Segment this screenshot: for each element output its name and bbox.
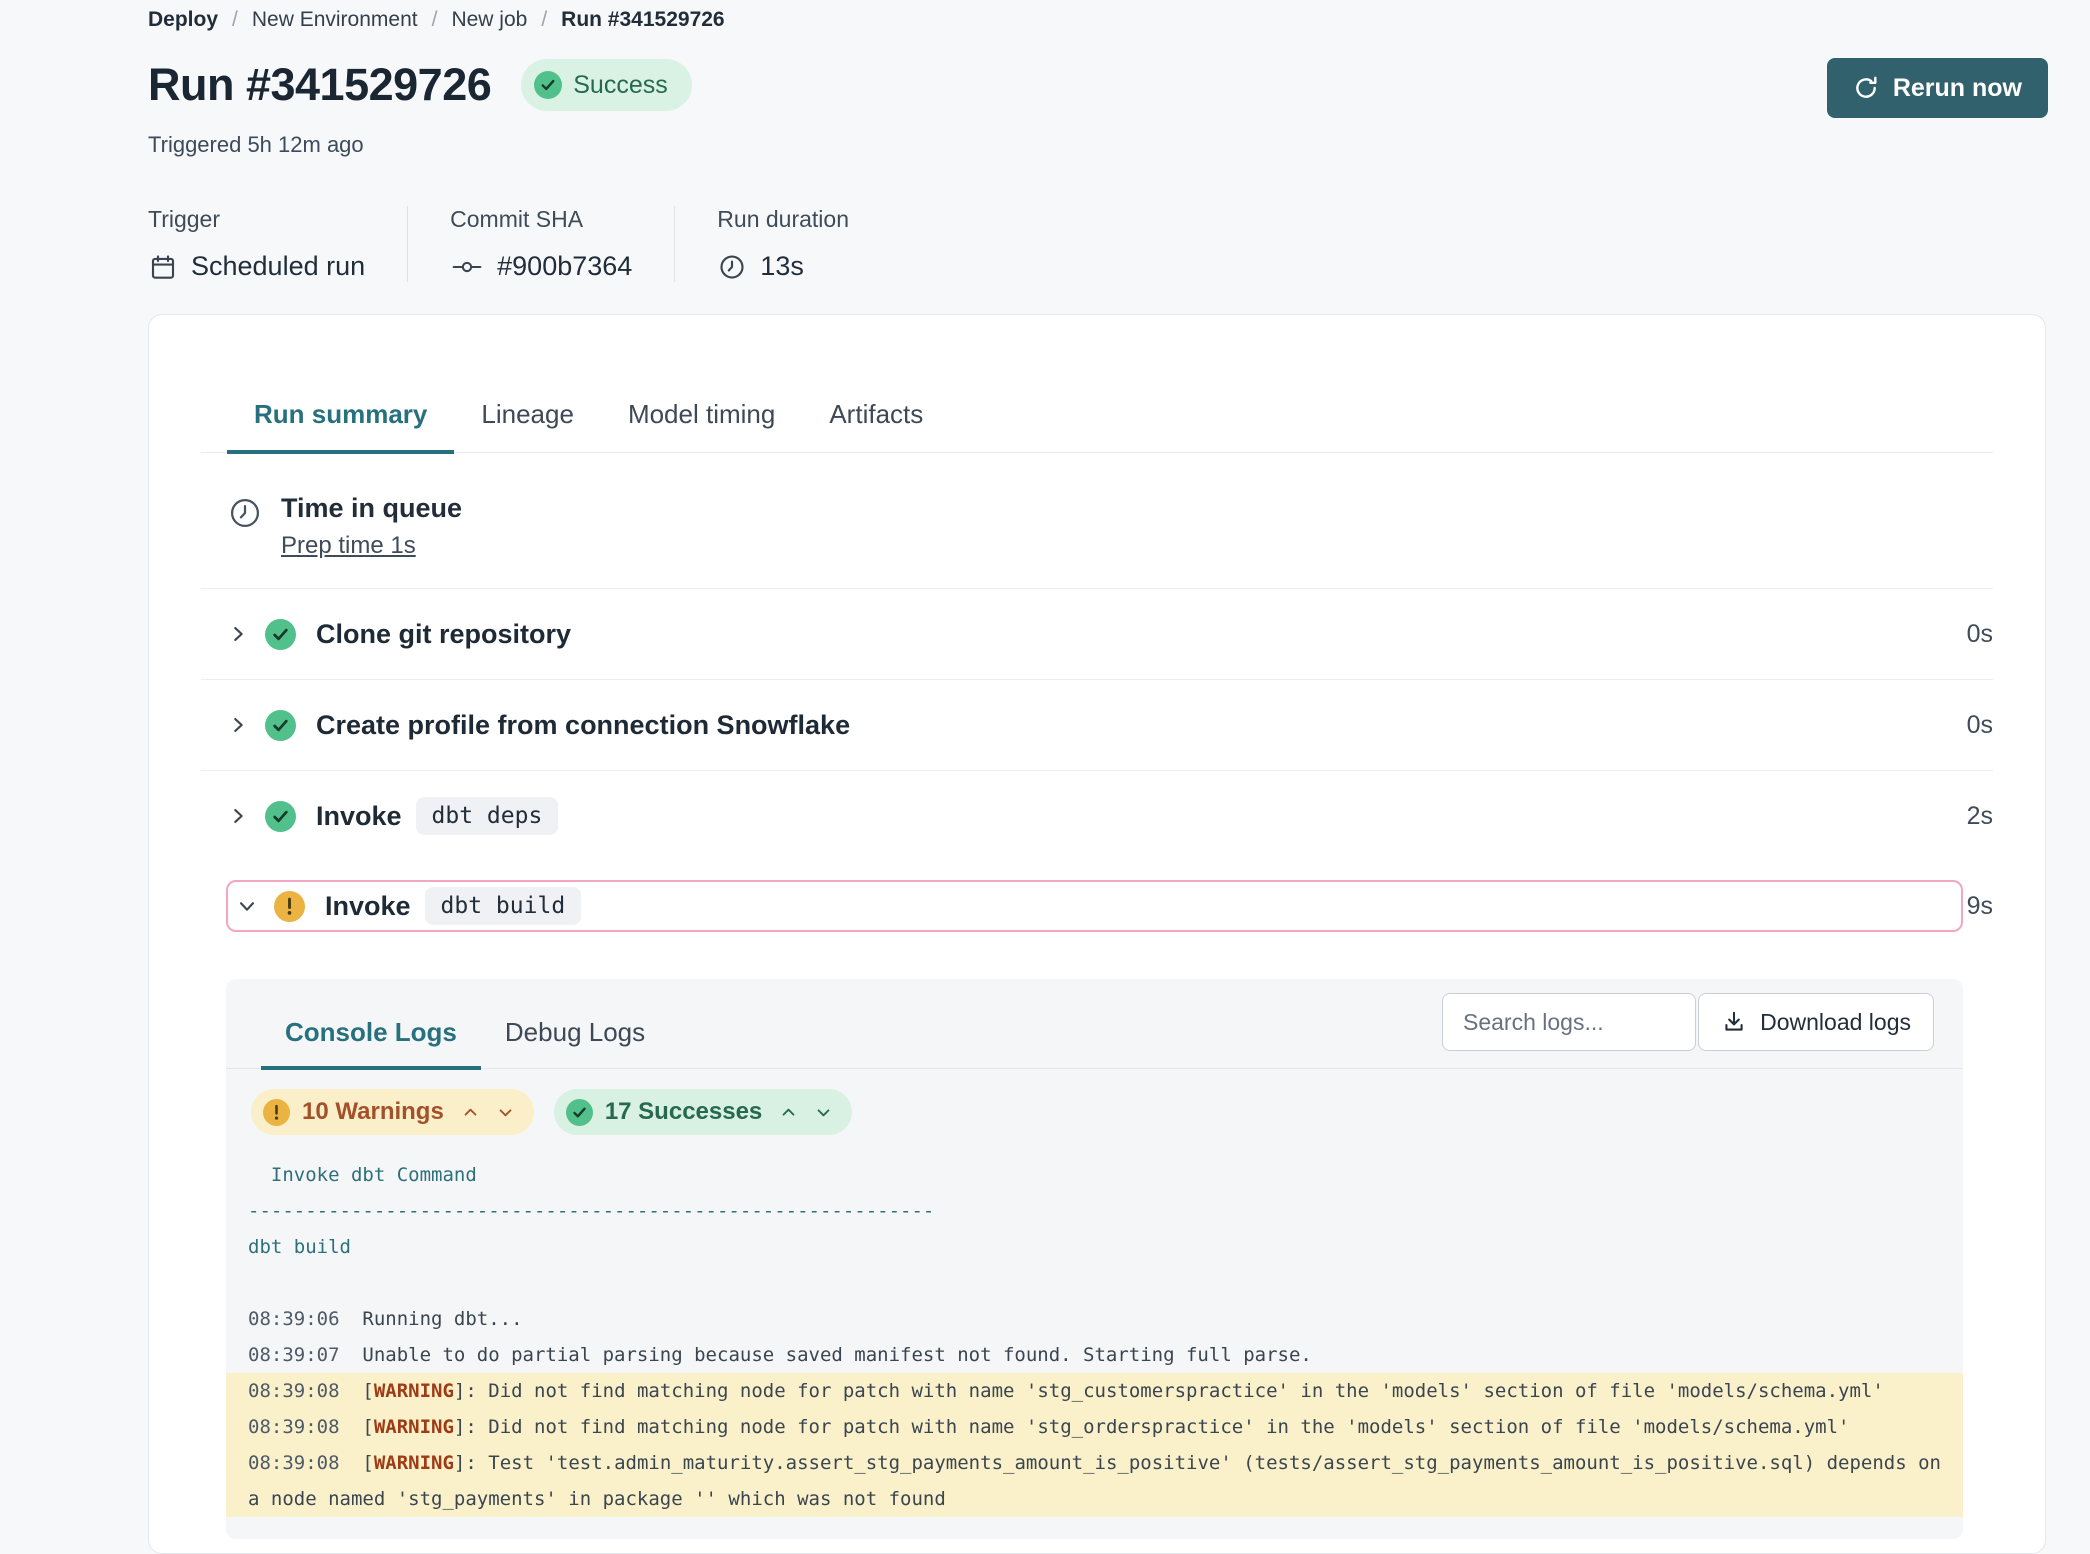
chevron-down-icon[interactable] (815, 1104, 832, 1121)
step-title: Invoke (325, 891, 411, 922)
tab-lineage[interactable]: Lineage (454, 399, 601, 454)
breadcrumb-separator: / (432, 8, 438, 32)
refresh-icon (1853, 75, 1879, 101)
step-title: Create profile from connection Snowflake (316, 710, 850, 741)
log-line: Invoke dbt Command (248, 1157, 1941, 1193)
step-row[interactable]: Invoke dbt build 9s (201, 861, 1993, 951)
step-command-chip: dbt deps (416, 797, 559, 835)
log-badges: 10 Warnings 17 Successes (251, 1089, 1963, 1135)
log-tabs: Console LogsDebug Logs (261, 1017, 669, 1068)
breadcrumb-separator: / (232, 8, 238, 32)
log-line: 08:39:08 [WARNING]: Did not find matchin… (226, 1409, 1963, 1445)
download-logs-button[interactable]: Download logs (1698, 993, 1934, 1051)
breadcrumb-separator: / (541, 8, 547, 32)
log-line: 08:39:08 [WARNING]: Did not find matchin… (226, 1373, 1963, 1409)
header-row: Run #341529726 Success Rerun now (148, 52, 2048, 118)
status-success-icon (265, 619, 296, 650)
log-panel: Console LogsDebug Logs Download logs 10 … (226, 979, 1963, 1539)
meta-duration: Run duration 13s (717, 206, 849, 282)
check-circle-icon (534, 71, 562, 99)
queue-title: Time in queue (281, 493, 462, 524)
successes-badge-label: 17 Successes (605, 1098, 762, 1126)
run-meta: Trigger Scheduled run Commit SHA #900b73… (148, 206, 2048, 282)
chevron-up-icon[interactable] (462, 1104, 479, 1121)
meta-commit-label: Commit SHA (450, 206, 632, 233)
meta-commit-value: #900b7364 (497, 251, 632, 282)
log-line: dbt build (248, 1229, 1941, 1265)
rerun-now-button[interactable]: Rerun now (1827, 58, 2048, 118)
step-row[interactable]: Invoke dbt deps 2s (201, 771, 1993, 861)
status-success-icon (265, 710, 296, 741)
status-success-icon (265, 801, 296, 832)
summary-tabs: Run summaryLineageModel timingArtifacts (201, 399, 1993, 453)
step-duration: 0s (1967, 620, 1993, 649)
successes-badge[interactable]: 17 Successes (554, 1089, 852, 1135)
tab-run-summary[interactable]: Run summary (227, 399, 454, 454)
meta-trigger-label: Trigger (148, 206, 365, 233)
log-line: 08:39:08 [WARNING]: Test 'test.admin_mat… (226, 1445, 1963, 1517)
page-title: Run #341529726 (148, 59, 491, 111)
step-title: Clone git repository (316, 619, 571, 650)
rerun-label: Rerun now (1893, 74, 2022, 103)
tab-artifacts[interactable]: Artifacts (802, 399, 950, 454)
log-header: Console LogsDebug Logs Download logs (226, 979, 1963, 1069)
tab-console-logs[interactable]: Console Logs (261, 1017, 481, 1070)
chevron-down-icon[interactable] (497, 1104, 514, 1121)
step-duration: 0s (1967, 711, 1993, 740)
chevron-down-icon[interactable] (236, 895, 260, 917)
breadcrumb-item-deploy[interactable]: Deploy (148, 8, 218, 32)
chevron-right-icon[interactable] (227, 805, 251, 827)
triggered-text: Triggered 5h 12m ago (148, 132, 2048, 158)
chevron-right-icon[interactable] (227, 714, 251, 736)
log-lines: Invoke dbt Command----------------------… (226, 1157, 1963, 1517)
log-line: 08:39:07 Unable to do partial parsing be… (248, 1337, 1941, 1373)
step-command-chip: dbt build (425, 887, 582, 925)
breadcrumb-item-run-341529726[interactable]: Run #341529726 (561, 8, 724, 32)
prep-time-link[interactable]: Prep time 1s (281, 532, 416, 560)
log-line: ----------------------------------------… (248, 1193, 1941, 1229)
meta-duration-label: Run duration (717, 206, 849, 233)
tab-debug-logs[interactable]: Debug Logs (481, 1017, 669, 1070)
warning-label: WARNING (374, 1416, 454, 1438)
log-line (248, 1265, 1941, 1301)
warning-label: WARNING (374, 1452, 454, 1474)
status-label: Success (573, 71, 667, 100)
chevron-right-icon[interactable] (227, 623, 251, 645)
chevron-up-icon[interactable] (780, 1104, 797, 1121)
warning-label: WARNING (374, 1380, 454, 1402)
commit-icon (450, 252, 484, 282)
step-duration: 2s (1967, 802, 1993, 831)
clock-icon (717, 252, 747, 282)
calendar-icon (148, 252, 178, 282)
time-in-queue-section: Time in queue Prep time 1s (201, 453, 1993, 589)
step-row[interactable]: Clone git repository 0s (201, 589, 1993, 680)
meta-duration-value: 13s (760, 251, 804, 282)
meta-commit: Commit SHA #900b7364 (450, 206, 632, 282)
clock-icon (227, 495, 263, 560)
download-label: Download logs (1760, 1009, 1911, 1036)
meta-trigger: Trigger Scheduled run (148, 206, 365, 282)
tab-model-timing[interactable]: Model timing (601, 399, 802, 454)
step-row[interactable]: Create profile from connection Snowflake… (201, 680, 1993, 771)
search-logs-input[interactable] (1442, 993, 1696, 1051)
download-icon (1721, 1009, 1747, 1035)
steps-list: Clone git repository0sCreate profile fro… (149, 589, 2045, 951)
warning-circle-icon (263, 1099, 290, 1126)
meta-trigger-value: Scheduled run (191, 251, 365, 282)
check-circle-icon (566, 1099, 593, 1126)
divider (674, 206, 675, 282)
step-duration: 9s (1967, 892, 1993, 921)
status-badge: Success (521, 59, 691, 111)
breadcrumb-item-new-job[interactable]: New job (451, 8, 527, 32)
divider (407, 206, 408, 282)
breadcrumb-item-new-environment[interactable]: New Environment (252, 8, 418, 32)
run-summary-card: Run summaryLineageModel timingArtifacts … (148, 314, 2046, 1554)
warnings-badge[interactable]: 10 Warnings (251, 1089, 534, 1135)
status-warning-icon (274, 891, 305, 922)
warnings-badge-label: 10 Warnings (302, 1098, 444, 1126)
breadcrumb: Deploy / New Environment / New job / Run #3415… (148, 8, 2048, 32)
step-title: Invoke (316, 801, 402, 832)
log-line: 08:39:06 Running dbt... (248, 1301, 1941, 1337)
